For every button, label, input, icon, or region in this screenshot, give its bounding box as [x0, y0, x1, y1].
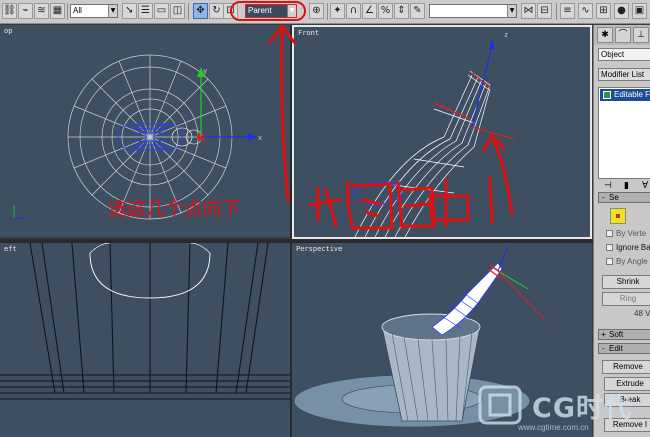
checkbox-icon: [606, 258, 613, 265]
chevron-down-icon: ▼: [507, 5, 516, 17]
collapse-minus-icon: -: [601, 193, 606, 202]
named-selection-icon[interactable]: ✎: [410, 3, 425, 19]
axis-z-label: z: [504, 31, 508, 39]
ignore-backfacing-checkbox[interactable]: Ignore Ba: [606, 243, 650, 252]
material-editor-icon[interactable]: ●: [614, 3, 629, 19]
show-end-result-icon[interactable]: ▮: [624, 181, 629, 191]
command-panel: ✱ ⌒ ⊥ Object Modifier List Editable F ⊣ …: [593, 25, 650, 437]
modifier-list-dropdown[interactable]: Modifier List: [598, 68, 650, 81]
by-angle-label: By Angle: [616, 257, 648, 266]
main-toolbar: ⛓ ⌁ ≋ ▦ All ▼ ➘ ☰ ▭ ◫ ✥ ↻ ⊡ Parent ▼ ⊕ ✦…: [0, 0, 650, 24]
align-icon[interactable]: ⊟: [537, 3, 552, 19]
selection-filter-dropdown[interactable]: All ▼: [70, 4, 118, 18]
snap-toggle-icon[interactable]: ∩: [346, 3, 361, 19]
viewport-divider-vertical[interactable]: [290, 25, 292, 437]
shrink-button[interactable]: Shrink: [602, 275, 650, 289]
viewport-divider-horizontal[interactable]: [0, 239, 593, 243]
annotation-highlight-circle: [230, 1, 306, 21]
checkbox-icon: [606, 230, 613, 237]
rectangular-selection-icon[interactable]: ▭: [154, 3, 169, 19]
selection-rollout-header[interactable]: - Se: [598, 192, 650, 203]
watermark-url: www.cgtime.com.cn: [518, 423, 589, 432]
axis-y-label: y: [203, 67, 207, 75]
selection-rollout-label: Se: [609, 193, 619, 202]
snap-icon[interactable]: ▦: [50, 3, 65, 19]
render-scene-icon[interactable]: ▣: [632, 3, 647, 19]
expand-plus-icon[interactable]: [603, 91, 611, 99]
command-panel-tabs: ✱ ⌒ ⊥: [594, 25, 650, 45]
object-name-value: Object: [601, 50, 625, 59]
by-vertex-checkbox[interactable]: By Verte: [606, 229, 646, 238]
pivot-center-icon[interactable]: ⊕: [309, 3, 324, 19]
checkbox-icon: [606, 244, 613, 251]
edit-rollout-label: Edit: [609, 344, 623, 353]
layers-icon[interactable]: ≡: [560, 3, 575, 19]
watermark-brand: CG时代: [532, 393, 632, 424]
shrink-label: Shrink: [616, 277, 640, 286]
ring-label: Ring: [619, 294, 637, 303]
chevron-down-icon: ▼: [108, 5, 117, 17]
modifier-list-label: Modifier List: [601, 70, 645, 79]
named-selection-dropdown[interactable]: ▼: [429, 4, 517, 18]
object-name-field[interactable]: Object: [598, 48, 650, 61]
ignore-backfacing-label: Ignore Ba: [616, 243, 650, 252]
watermark-logo-icon: [478, 385, 522, 425]
stack-item-editable-poly[interactable]: Editable F: [600, 89, 650, 101]
percent-snap-icon[interactable]: %: [378, 3, 393, 19]
modifier-stack: Editable F: [598, 87, 650, 179]
select-by-name-icon[interactable]: ☰: [138, 3, 153, 19]
selection-filter-value: All: [73, 6, 82, 15]
soft-selection-label: Soft: [609, 330, 624, 339]
front-view-wireframe: z: [351, 31, 515, 237]
viewport-left[interactable]: eft: [0, 243, 290, 437]
soft-selection-rollout-header[interactable]: + Soft: [598, 329, 650, 340]
bind-spacewarp-icon[interactable]: ≋: [34, 3, 49, 19]
curve-editor-icon[interactable]: ∿: [578, 3, 593, 19]
ring-button[interactable]: Ring: [602, 292, 650, 306]
select-and-rotate-icon[interactable]: ↻: [209, 3, 224, 19]
make-unique-icon[interactable]: ∀: [642, 181, 648, 191]
stack-item-label: Editable F: [614, 90, 650, 99]
hierarchy-tab-icon[interactable]: ⊥: [633, 27, 649, 43]
axis-x-label: x: [258, 134, 262, 142]
by-vertex-label: By Verte: [616, 229, 647, 238]
select-and-move-icon[interactable]: ✥: [193, 3, 208, 19]
selection-count-text: 48 V: [634, 309, 650, 318]
select-link-icon[interactable]: ⛓: [2, 3, 17, 19]
expand-plus-icon: +: [601, 330, 606, 339]
annotation-instruction-text: 选这几个点向下: [108, 198, 242, 220]
remove-label: Remove: [613, 362, 643, 371]
collapse-minus-icon: -: [601, 344, 606, 353]
modify-tab-icon[interactable]: ⌒: [615, 27, 631, 43]
spinner-snap-icon[interactable]: ⇕: [394, 3, 409, 19]
angle-snap-icon[interactable]: ∠: [362, 3, 377, 19]
vertex-mode-icon[interactable]: [610, 208, 626, 224]
edit-rollout-header[interactable]: - Edit: [598, 343, 650, 354]
select-manipulate-icon[interactable]: ✦: [330, 3, 345, 19]
schematic-view-icon[interactable]: ⊞: [596, 3, 611, 19]
remove-button[interactable]: Remove: [602, 360, 650, 374]
unlink-icon[interactable]: ⌁: [18, 3, 33, 19]
left-view-wireframe: [0, 243, 290, 400]
select-object-icon[interactable]: ➘: [122, 3, 137, 19]
create-tab-icon[interactable]: ✱: [597, 27, 613, 43]
mirror-icon[interactable]: ⋈: [521, 3, 536, 19]
viewport-front[interactable]: Front z: [292, 25, 592, 239]
by-angle-checkbox[interactable]: By Angle: [606, 257, 648, 266]
window-crossing-icon[interactable]: ◫: [170, 3, 185, 19]
pin-stack-icon[interactable]: ⊣: [604, 181, 612, 191]
